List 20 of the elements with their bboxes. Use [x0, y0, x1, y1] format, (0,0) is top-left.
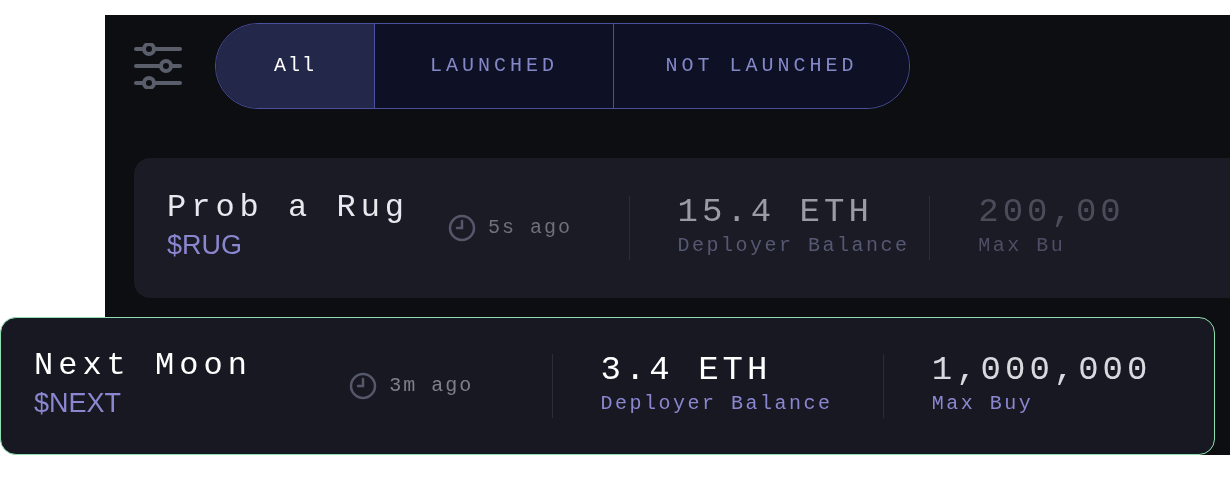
token-name: Prob a Rug — [167, 190, 411, 226]
filter-icon[interactable] — [134, 43, 182, 89]
filter-tab[interactable]: NOT LAUNCHED — [613, 24, 909, 108]
token-card[interactable]: Next Moon $NEXT 3m ago 3.4 ETH Deployer Balance 1,000,000 Max Buy — [0, 317, 1215, 455]
token-name: Next Moon — [34, 348, 253, 384]
stat-label: Deployer Balance — [677, 232, 911, 259]
stat-value: 3.4 ETH — [600, 353, 773, 389]
stat-value: 15.4 ETH — [677, 195, 874, 231]
clock-icon — [448, 214, 477, 242]
token-ticker: $RUG — [167, 229, 243, 263]
stat-value: 1,000,000 — [931, 353, 1153, 389]
token-ticker: $NEXT — [34, 387, 123, 421]
stat-label: Max Bu — [978, 232, 1067, 259]
clock-icon — [349, 372, 378, 400]
filter-tab[interactable]: All — [216, 24, 374, 108]
filter-tab[interactable]: LAUNCHED — [374, 24, 613, 108]
time-ago: 3m ago — [389, 373, 474, 399]
stat-label: Deployer Balance — [600, 390, 834, 417]
time-ago: 5s ago — [488, 215, 573, 241]
stat-label: Max Buy — [931, 390, 1035, 417]
